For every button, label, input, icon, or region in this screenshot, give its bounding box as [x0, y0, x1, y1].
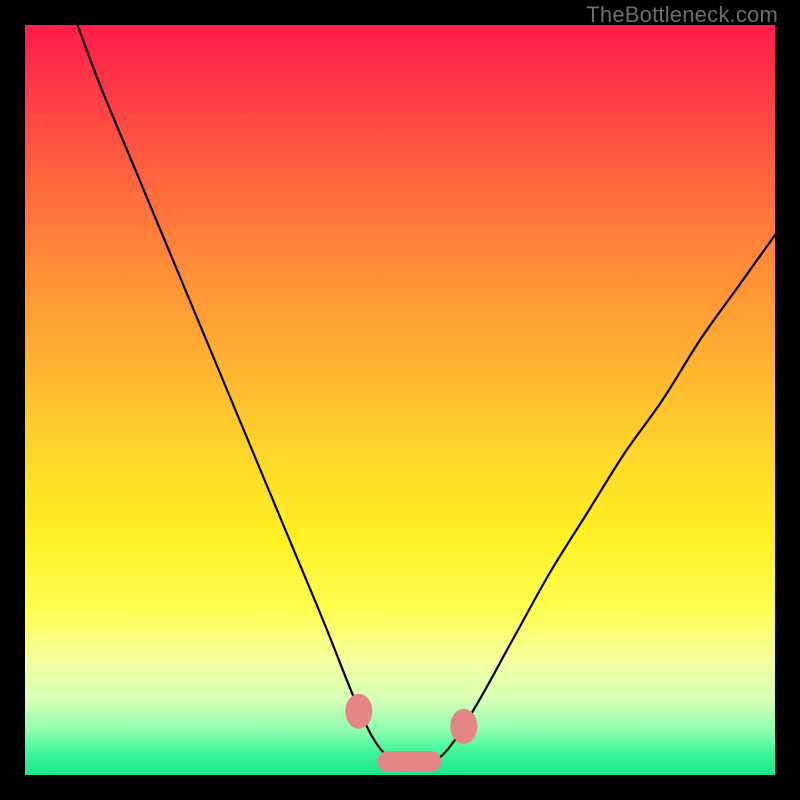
watermark-text: TheBottleneck.com	[586, 2, 778, 28]
right-dot	[450, 709, 477, 744]
chart-frame: TheBottleneck.com	[0, 0, 800, 800]
curve-layer	[25, 25, 775, 775]
valley-blob	[378, 751, 442, 772]
valley-markers	[345, 694, 477, 772]
left-dot	[345, 694, 372, 729]
bottleneck-curve	[78, 25, 776, 766]
plot-area	[25, 25, 775, 775]
